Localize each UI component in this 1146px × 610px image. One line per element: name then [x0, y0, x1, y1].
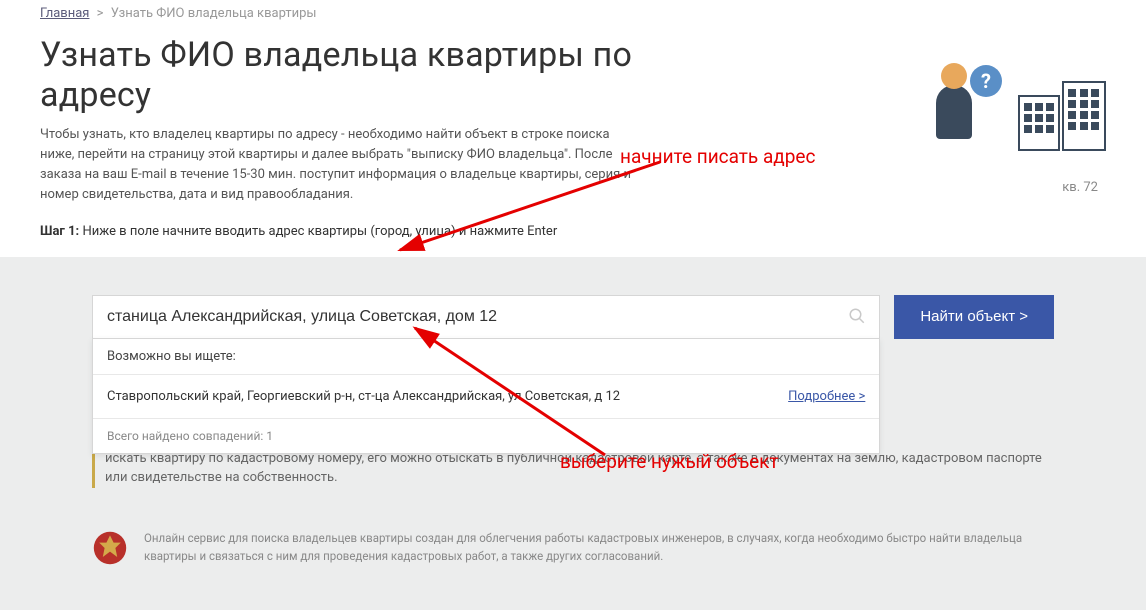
dropdown-header: Возможно вы ищете:	[93, 339, 879, 375]
search-panel: Возможно вы ищете: Ставропольский край, …	[0, 257, 1146, 610]
page-title: Узнать ФИО владельца квартиры по адресу	[40, 35, 740, 115]
breadcrumb-current: Узнать ФИО владельца квартиры	[111, 6, 317, 21]
suggestion-text: Ставропольский край, Георгиевский р-н, с…	[107, 389, 620, 404]
dropdown-footer: Всего найдено совпадений: 1	[93, 419, 879, 453]
intro-text: Чтобы узнать, кто владелец квартиры по а…	[40, 125, 640, 206]
find-object-button[interactable]: Найти объект >	[894, 295, 1054, 339]
suggestions-dropdown: Возможно вы ищете: Ставропольский край, …	[92, 338, 880, 454]
search-icon	[848, 307, 866, 325]
suggestion-item[interactable]: Ставропольский край, Георгиевский р-н, с…	[93, 375, 879, 419]
breadcrumb: Главная > Узнать ФИО владельца квартиры	[40, 0, 1106, 27]
person-icon: ?	[936, 85, 972, 139]
header-illustration: ? кв. 72	[926, 57, 1106, 177]
step-1-label: Шаг 1:	[40, 224, 79, 239]
step-1-text: Шаг 1: Ниже в поле начните вводить адрес…	[40, 224, 740, 239]
building-icon	[1016, 77, 1106, 151]
breadcrumb-separator: >	[97, 6, 104, 21]
question-icon: ?	[970, 65, 1002, 97]
apartment-label: кв. 72	[1062, 180, 1098, 195]
address-search-input[interactable]	[92, 295, 880, 339]
breadcrumb-home[interactable]: Главная	[40, 6, 89, 21]
suggestion-more-link[interactable]: Подробнее >	[788, 389, 865, 404]
